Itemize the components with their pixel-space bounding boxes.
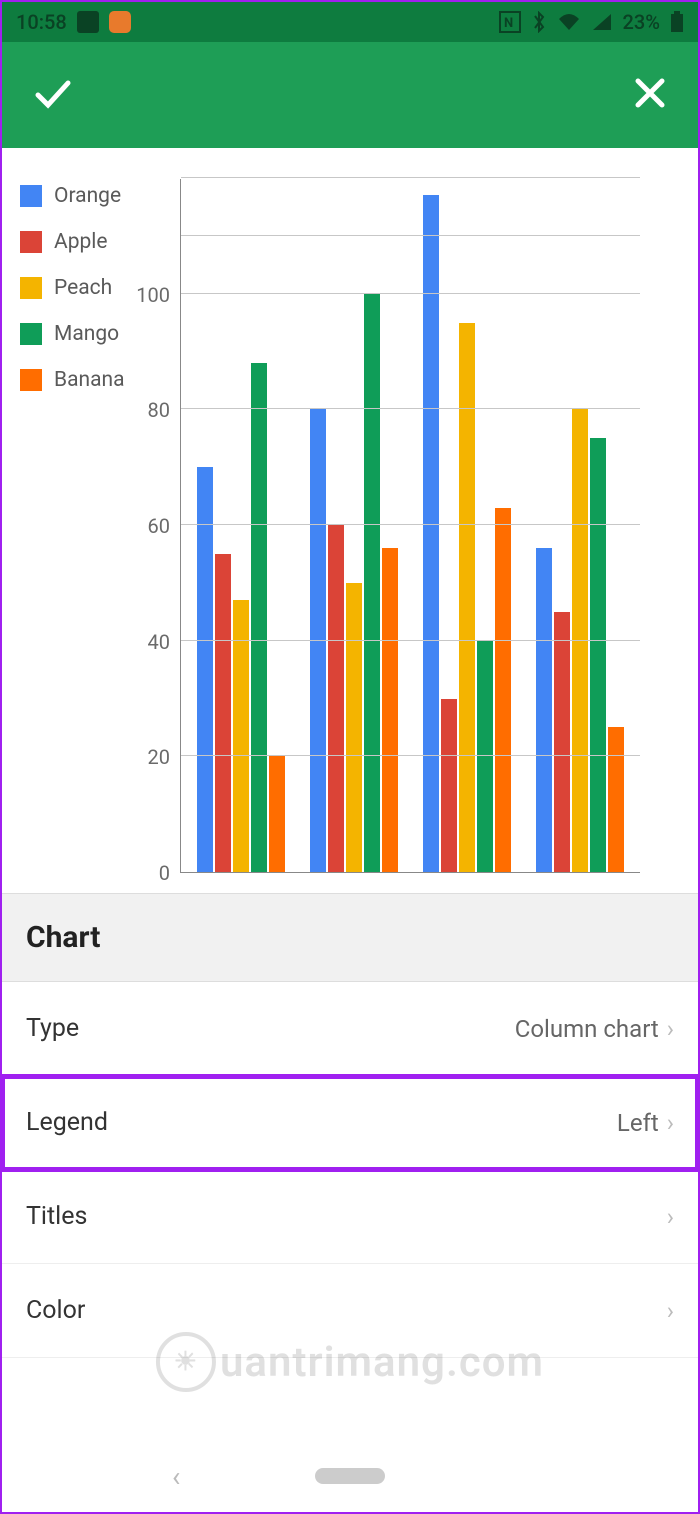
check-icon — [30, 71, 74, 115]
app-notification-icon — [109, 11, 131, 33]
legend-item: Banana — [20, 368, 170, 392]
battery-percent: 23% — [623, 10, 660, 34]
legend-label: Peach — [54, 276, 112, 300]
gridline — [181, 755, 640, 756]
gridline — [181, 177, 640, 178]
bar — [215, 554, 231, 872]
legend-label: Apple — [54, 230, 108, 254]
confirm-button[interactable] — [30, 71, 74, 119]
row-color-label: Color — [26, 1296, 85, 1325]
row-titles[interactable]: Titles › — [2, 1170, 698, 1264]
chevron-right-icon: › — [667, 1203, 674, 1231]
gridline — [181, 408, 640, 409]
section-header-chart: Chart — [2, 893, 698, 982]
bar — [423, 195, 439, 872]
chart-plot-area — [180, 179, 640, 873]
bar — [328, 525, 344, 872]
battery-icon — [670, 11, 684, 33]
bar — [572, 409, 588, 872]
bar — [382, 548, 398, 872]
row-type[interactable]: Type Column chart › — [2, 982, 698, 1076]
gridline — [181, 235, 640, 236]
app-bar — [2, 42, 698, 148]
y-axis: 100806040200 — [170, 179, 180, 873]
bar — [608, 727, 624, 872]
bar — [269, 756, 285, 872]
gridline — [181, 293, 640, 294]
legend-item: Apple — [20, 230, 170, 254]
close-button[interactable] — [630, 73, 670, 117]
bar-group — [196, 195, 286, 872]
bar — [536, 548, 552, 872]
bar — [590, 438, 606, 872]
bluetooth-icon — [531, 11, 547, 33]
row-legend-value: Left — [617, 1109, 659, 1137]
nfc-icon: N — [499, 11, 521, 33]
bar — [364, 294, 380, 872]
bar — [233, 600, 249, 872]
legend-label: Banana — [54, 368, 125, 392]
bar — [441, 699, 457, 873]
row-legend[interactable]: Legend Left › — [2, 1076, 698, 1170]
chart-preview: Orange Apple Peach Mango Banana 100806040200 — [2, 148, 698, 893]
legend-item: Mango — [20, 322, 170, 346]
close-icon — [630, 73, 670, 113]
status-bar: 10:58 N 23% — [2, 2, 698, 42]
legend-swatch — [20, 277, 42, 299]
legend-label: Orange — [54, 184, 121, 208]
system-nav-bar: ‹ — [2, 1440, 698, 1512]
legend-swatch — [20, 323, 42, 345]
status-time: 10:58 — [16, 10, 67, 34]
chevron-right-icon: › — [667, 1015, 674, 1043]
row-type-value: Column chart — [515, 1015, 659, 1043]
bar-group — [309, 195, 399, 872]
bar — [554, 612, 570, 872]
row-titles-label: Titles — [26, 1202, 87, 1231]
image-icon — [77, 11, 99, 33]
bar-group — [422, 195, 512, 872]
signal-icon — [591, 12, 613, 32]
bar-group — [535, 195, 625, 872]
nav-back-button[interactable]: ‹ — [172, 1460, 180, 1493]
bar — [251, 363, 267, 872]
wifi-icon — [557, 12, 581, 32]
svg-text:N: N — [504, 16, 513, 31]
bar — [495, 508, 511, 872]
legend-label: Mango — [54, 322, 119, 346]
bar — [459, 323, 475, 872]
legend-item: Orange — [20, 184, 170, 208]
bar — [346, 583, 362, 872]
chevron-right-icon: › — [667, 1297, 674, 1325]
bar — [310, 409, 326, 872]
bar — [197, 467, 213, 872]
legend-swatch — [20, 185, 42, 207]
row-type-label: Type — [26, 1014, 79, 1043]
legend-swatch — [20, 369, 42, 391]
gridline — [181, 640, 640, 641]
row-color[interactable]: Color › — [2, 1264, 698, 1358]
nav-home-pill[interactable] — [315, 1468, 385, 1484]
legend-swatch — [20, 231, 42, 253]
gridline — [181, 524, 640, 525]
row-legend-label: Legend — [26, 1108, 108, 1137]
chevron-right-icon: › — [667, 1109, 674, 1137]
